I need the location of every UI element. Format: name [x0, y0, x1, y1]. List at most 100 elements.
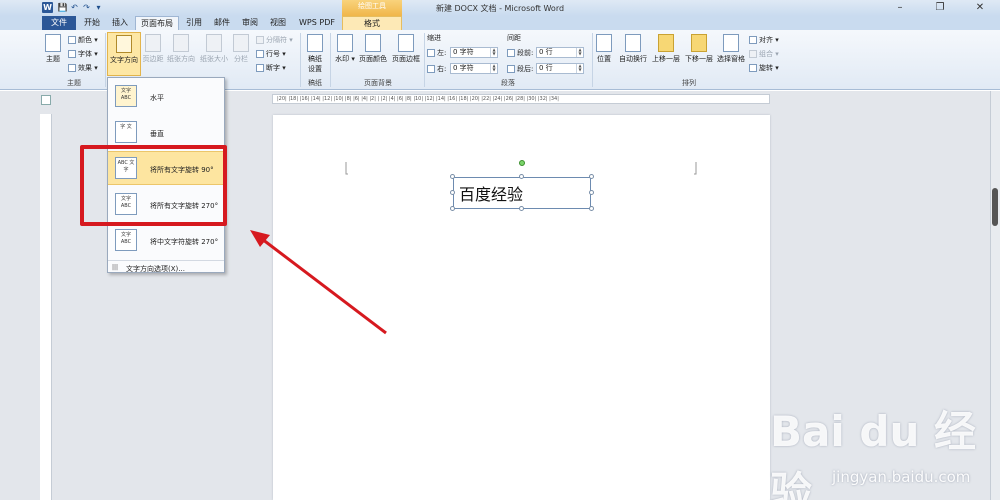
breaks-button[interactable]: 分隔符 ▾	[256, 35, 293, 45]
line-numbers-button[interactable]: 行号 ▾	[256, 49, 286, 59]
rotate-asian-270-text-icon: 文字 ABC	[115, 229, 137, 251]
tab-page-layout[interactable]: 页面布局	[135, 16, 179, 30]
resize-handle[interactable]	[450, 174, 455, 179]
text-direction-button[interactable]: 文字方向	[107, 32, 141, 76]
horizontal-ruler[interactable]: |20| |18| |16| |14| |12| |10| |8| |6| |4…	[272, 94, 770, 104]
send-backward-button[interactable]: 下移一层	[683, 34, 715, 64]
menu-item-rotate-asian-270[interactable]: 文字 ABC 将中文字符旋转 270°	[108, 224, 224, 258]
page-color-icon	[365, 34, 381, 52]
spacing-after-input[interactable]: 0 行 ▲ ▼	[536, 63, 584, 74]
indent-right-spinner[interactable]: ▲ ▼	[490, 64, 497, 73]
ruler-toggle-button[interactable]	[41, 95, 51, 105]
annotation-highlight-box	[80, 145, 227, 226]
page-background-group-label: 页面背景	[364, 79, 392, 87]
tab-review[interactable]: 审阅	[236, 16, 264, 30]
size-icon	[206, 34, 222, 52]
draft-group-label: 稿纸	[308, 79, 322, 87]
fonts-icon	[68, 50, 76, 58]
page-borders-icon	[398, 34, 414, 52]
margin-corner-mark	[345, 162, 348, 175]
text-direction-options-icon: |||	[112, 264, 119, 271]
page-borders-button[interactable]: 页面边框	[390, 34, 422, 64]
baidu-jingyan-watermark: Bai du 经验 jingyan.baidu.com	[770, 388, 1000, 500]
spacing-before-icon	[507, 49, 515, 57]
position-button[interactable]: 位置	[594, 34, 614, 64]
page-color-button[interactable]: 页面颜色	[357, 34, 389, 64]
send-backward-icon	[691, 34, 707, 52]
tab-mailings[interactable]: 邮件	[208, 16, 236, 30]
rotation-handle[interactable]	[519, 160, 525, 166]
maximize-button[interactable]: ❐	[920, 0, 960, 16]
arrange-group-label: 排列	[682, 79, 696, 87]
vertical-text-icon: 字 文	[115, 121, 137, 143]
group-icon	[749, 50, 757, 58]
colors-icon	[68, 36, 76, 44]
margins-icon	[145, 34, 161, 52]
bring-forward-button[interactable]: 上移一层	[650, 34, 682, 64]
tab-references[interactable]: 引用	[180, 16, 208, 30]
text-direction-icon	[116, 35, 132, 53]
columns-icon	[233, 34, 249, 52]
minimize-button[interactable]: –	[880, 0, 920, 16]
indent-left-spinner[interactable]: ▲ ▼	[490, 48, 497, 57]
indent-right-icon	[427, 65, 435, 73]
theme-colors-button[interactable]: 颜色 ▾	[68, 35, 98, 45]
resize-handle[interactable]	[589, 190, 594, 195]
window-title: 新建 DOCX 文档 - Microsoft Word	[435, 4, 565, 13]
draft-paper-settings-button[interactable]: 稿纸 设置	[303, 34, 327, 74]
resize-handle[interactable]	[450, 206, 455, 211]
resize-handle[interactable]	[519, 206, 524, 211]
resize-handle[interactable]	[589, 206, 594, 211]
spacing-after-spinner[interactable]: ▲ ▼	[576, 64, 583, 73]
close-button[interactable]: ✕	[960, 0, 1000, 16]
columns-button[interactable]: 分栏	[231, 34, 251, 64]
orientation-icon	[173, 34, 189, 52]
wrap-text-button[interactable]: 自动换行	[616, 34, 650, 64]
hyphenation-button[interactable]: 断字 ▾	[256, 63, 286, 73]
rotate-button[interactable]: 旋转 ▾	[749, 63, 779, 73]
indent-left-input[interactable]: 0 字符 ▲ ▼	[450, 47, 498, 58]
align-button[interactable]: 对齐 ▾	[749, 35, 779, 45]
margin-corner-mark	[694, 162, 697, 175]
ribbon-tab-row: 文件 开始 插入 页面布局 引用 邮件 审阅 视图 WPS PDF 格式	[0, 16, 1000, 30]
menu-item-horizontal[interactable]: 文字 ABC 水平	[108, 80, 224, 114]
draft-paper-icon	[307, 34, 323, 52]
theme-fonts-button[interactable]: 字体 ▾	[68, 49, 98, 59]
tab-insert[interactable]: 插入	[106, 16, 134, 30]
tab-wps-pdf[interactable]: WPS PDF	[294, 16, 340, 30]
spacing-before-label: 段前:	[507, 48, 533, 58]
theme-group-label: 主题	[67, 79, 81, 87]
group-button[interactable]: 组合 ▾	[749, 49, 779, 59]
hyphenation-icon	[256, 64, 264, 72]
vertical-ruler[interactable]	[40, 114, 52, 500]
bring-forward-icon	[658, 34, 674, 52]
text-box-content[interactable]: 百度经验	[459, 181, 523, 205]
margins-button[interactable]: 页边距	[142, 34, 164, 64]
spacing-before-input[interactable]: 0 行 ▲ ▼	[536, 47, 584, 58]
tab-file[interactable]: 文件	[42, 16, 76, 30]
orientation-button[interactable]: 纸张方向	[166, 34, 196, 64]
rotate-icon	[749, 64, 757, 72]
size-button[interactable]: 纸张大小	[198, 34, 230, 64]
spacing-after-label: 段后:	[507, 64, 533, 74]
line-numbers-icon	[256, 50, 264, 58]
tab-format[interactable]: 格式	[342, 16, 402, 30]
tab-view[interactable]: 视图	[264, 16, 292, 30]
resize-handle[interactable]	[519, 174, 524, 179]
paragraph-group-label: 段落	[501, 79, 515, 87]
align-icon	[749, 36, 757, 44]
resize-handle[interactable]	[589, 174, 594, 179]
spacing-before-spinner[interactable]: ▲ ▼	[576, 48, 583, 57]
watermark-button[interactable]: 水印 ▾	[333, 34, 357, 64]
indent-right-input[interactable]: 0 字符 ▲ ▼	[450, 63, 498, 74]
themes-button[interactable]: 主题	[42, 34, 64, 64]
watermark-icon	[337, 34, 353, 52]
vertical-scrollbar-thumb[interactable]	[992, 188, 998, 226]
selection-pane-button[interactable]: 选择窗格	[715, 34, 747, 64]
indent-label: 缩进	[427, 34, 441, 42]
tab-home[interactable]: 开始	[78, 16, 106, 30]
indent-left-icon	[427, 49, 435, 57]
theme-effects-button[interactable]: 效果 ▾	[68, 63, 98, 73]
menu-item-text-direction-options[interactable]: ||| 文字方向选项(X)...	[108, 260, 224, 273]
resize-handle[interactable]	[450, 190, 455, 195]
